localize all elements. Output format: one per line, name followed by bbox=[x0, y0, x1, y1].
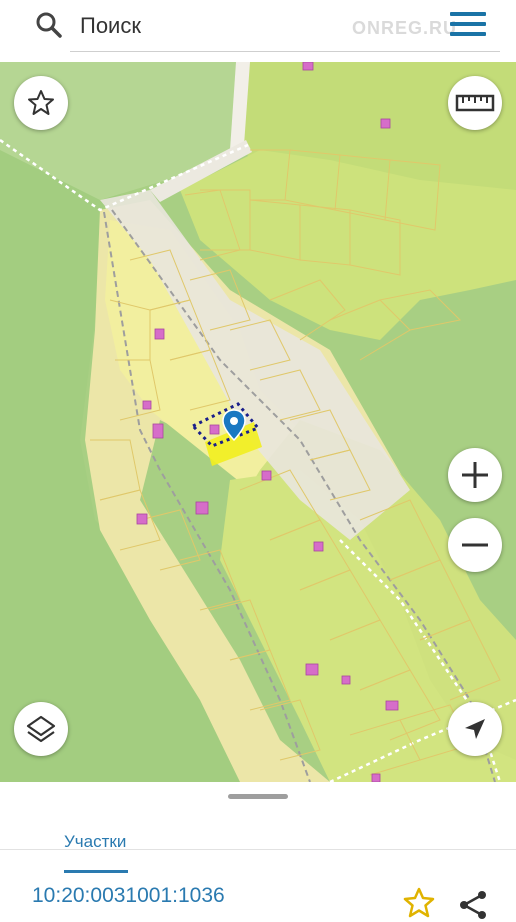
zoom-out-icon bbox=[462, 543, 488, 547]
locate-icon bbox=[465, 719, 485, 739]
ruler-icon bbox=[455, 94, 495, 112]
search-icon[interactable] bbox=[34, 10, 64, 40]
sheet-drag-handle[interactable] bbox=[228, 794, 288, 799]
search-bar: ONREG.RU bbox=[0, 0, 516, 62]
layers-button[interactable] bbox=[14, 702, 68, 756]
zoom-in-button[interactable] bbox=[448, 448, 502, 502]
bottom-sheet: Участки 10:20:0031001:1036 bbox=[0, 782, 516, 919]
layers-icon bbox=[26, 715, 56, 743]
brand-watermark: ONREG.RU bbox=[352, 18, 458, 38]
tab-parcels-label: Участки bbox=[64, 833, 129, 873]
favorite-star-icon[interactable] bbox=[402, 886, 436, 920]
share-icon[interactable] bbox=[456, 888, 490, 922]
map-canvas[interactable] bbox=[0, 62, 516, 782]
zoom-in-icon bbox=[462, 462, 488, 488]
star-icon bbox=[28, 90, 54, 115]
parcel-cadastral-number[interactable]: 10:20:0031001:1036 bbox=[32, 884, 225, 908]
menu-icon[interactable] bbox=[450, 12, 486, 40]
sheet-divider bbox=[0, 849, 516, 850]
locate-button[interactable] bbox=[448, 702, 502, 756]
map-view[interactable] bbox=[0, 62, 516, 782]
zoom-out-button[interactable] bbox=[448, 518, 502, 572]
measure-button[interactable] bbox=[448, 76, 502, 130]
favorites-button[interactable] bbox=[14, 76, 68, 130]
